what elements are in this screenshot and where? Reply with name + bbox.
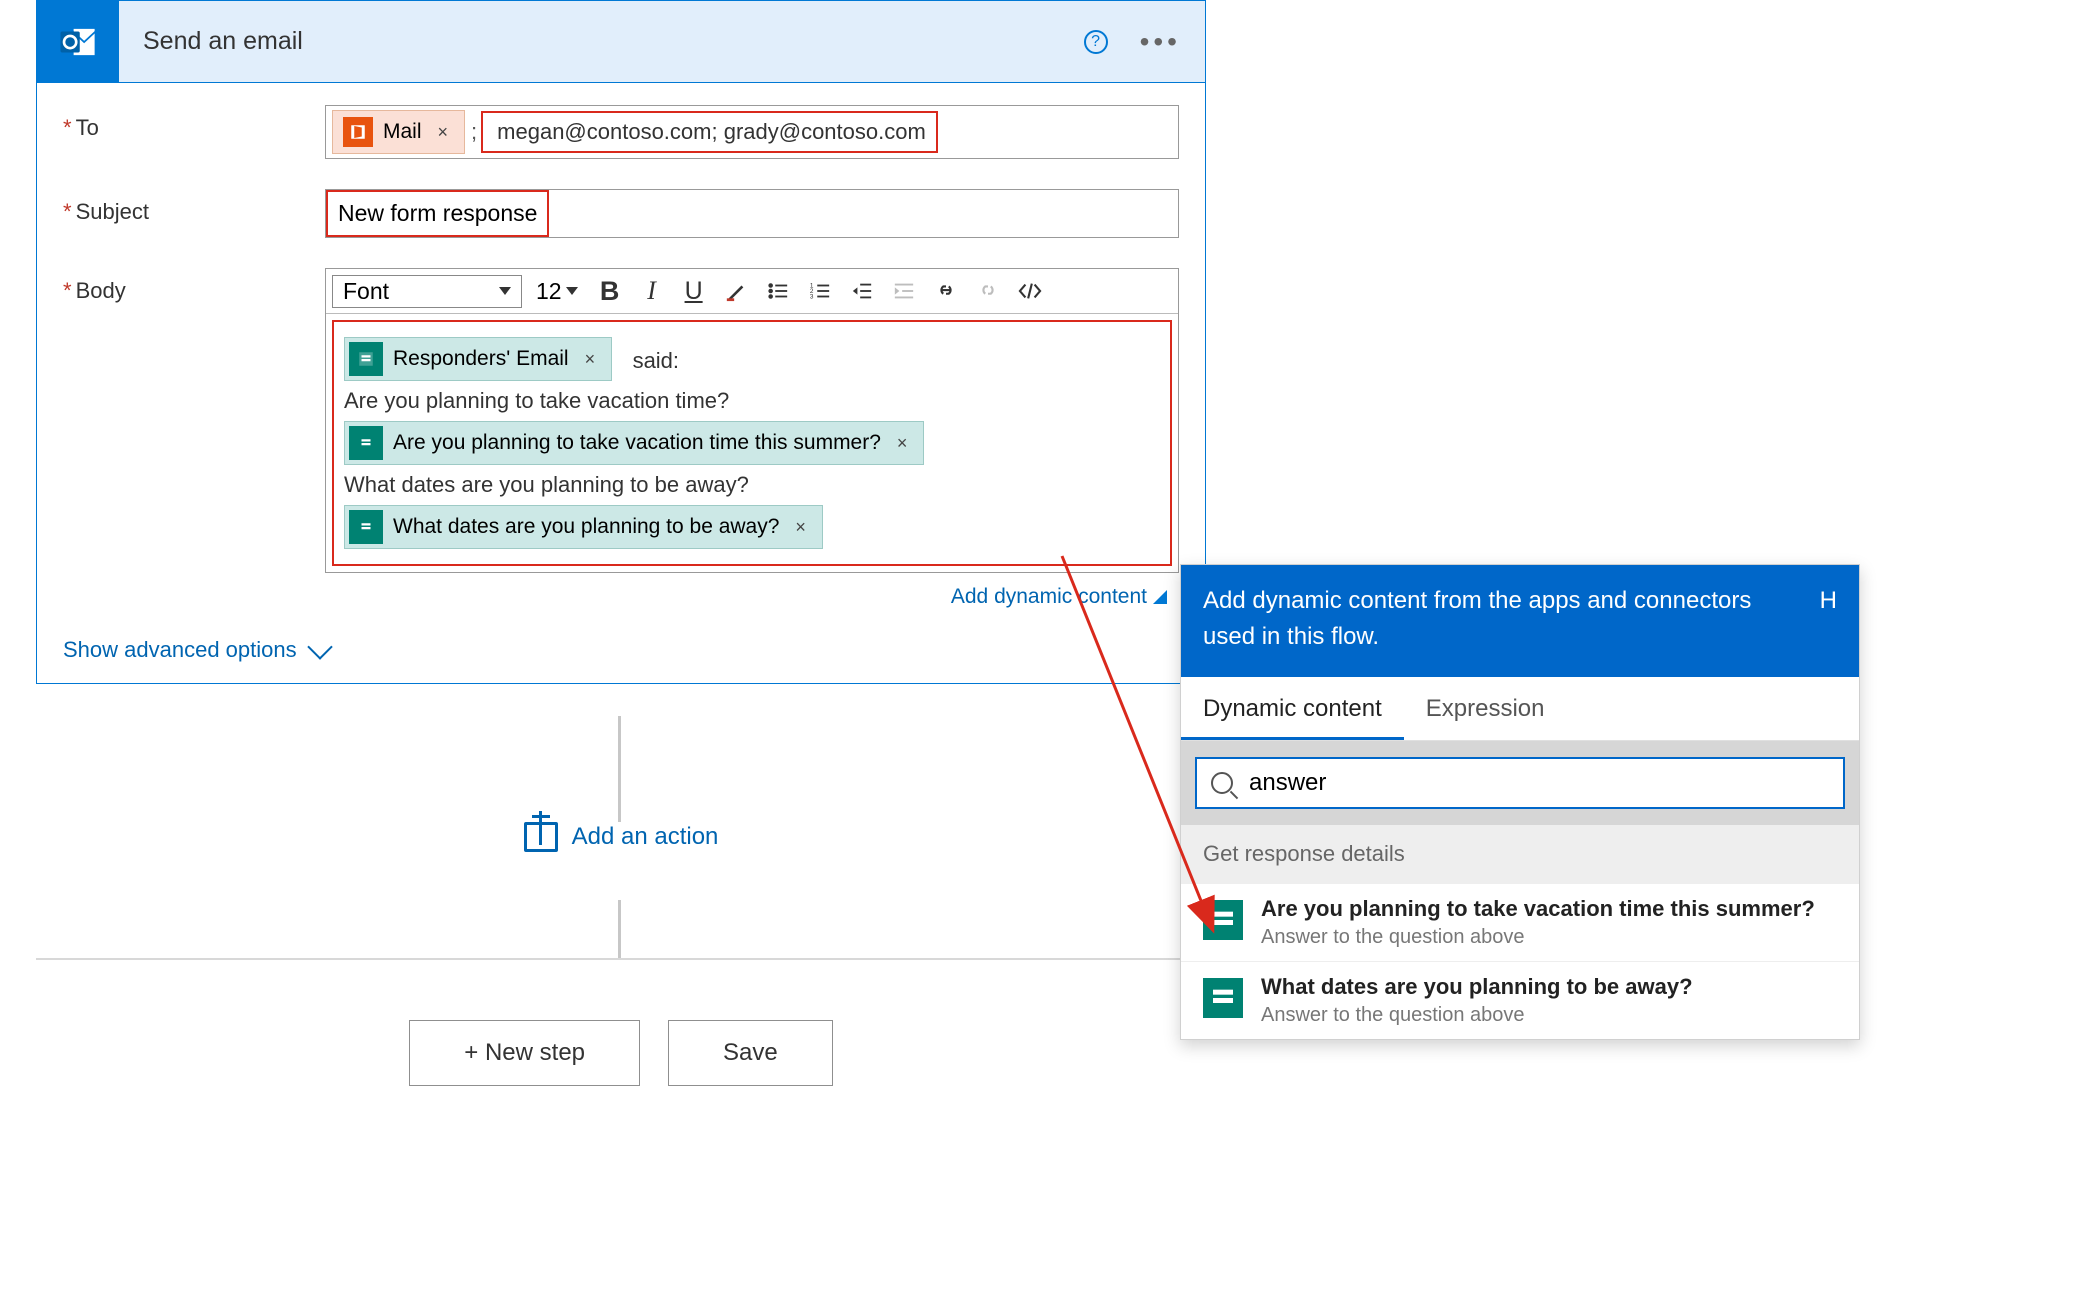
token-label: What dates are you planning to be away?	[393, 515, 779, 539]
rich-editor: Font 12 B I U	[325, 268, 1179, 573]
subject-row: *Subject New form response	[63, 189, 1179, 238]
size-label: 12	[536, 278, 562, 305]
divider	[36, 958, 1206, 960]
result-item[interactable]: What dates are you planning to be away? …	[1181, 961, 1859, 1039]
dynamic-content-panel: Add dynamic content from the apps and co…	[1180, 564, 1860, 1040]
forms-icon	[349, 342, 383, 376]
tab-expression[interactable]: Expression	[1404, 677, 1567, 740]
forms-icon	[349, 426, 383, 460]
search-field[interactable]	[1195, 757, 1845, 809]
search-icon	[1211, 772, 1233, 794]
editor-body[interactable]: Responders' Email × said: Are you planni…	[332, 320, 1172, 566]
search-wrap	[1181, 741, 1859, 825]
add-action-icon	[524, 822, 558, 852]
bullet-list-icon[interactable]	[760, 273, 796, 309]
subject-highlight[interactable]: New form response	[326, 190, 549, 237]
italic-button[interactable]: I	[634, 273, 670, 309]
connector-line	[618, 900, 621, 958]
chevron-down-icon	[307, 634, 332, 659]
remove-token-icon[interactable]: ×	[891, 433, 914, 454]
token-label: Responders' Email	[393, 347, 569, 371]
office-icon	[343, 117, 373, 147]
footer-buttons: + New step Save	[36, 1020, 1206, 1086]
font-selector[interactable]: Font	[332, 275, 522, 308]
add-action-button[interactable]: Add an action	[36, 822, 1206, 852]
svg-text:3: 3	[810, 293, 814, 300]
unlink-icon[interactable]	[970, 273, 1006, 309]
card-title: Send an email	[143, 27, 1084, 56]
forms-icon	[1203, 978, 1243, 1018]
remove-token-icon[interactable]: ×	[579, 349, 602, 370]
size-selector[interactable]: 12	[528, 278, 586, 305]
caret-down-icon	[566, 287, 578, 295]
font-label: Font	[343, 278, 389, 305]
remove-chip-icon[interactable]: ×	[432, 122, 455, 143]
hide-link[interactable]: H	[1820, 583, 1837, 655]
forms-icon	[1203, 900, 1243, 940]
dynamic-panel-header: Add dynamic content from the apps and co…	[1181, 565, 1859, 677]
dynamic-tabs: Dynamic content Expression	[1181, 677, 1859, 741]
card-header[interactable]: Send an email ? •••	[37, 1, 1205, 83]
color-picker-icon[interactable]	[718, 273, 754, 309]
underline-button[interactable]: U	[676, 273, 712, 309]
mail-chip[interactable]: Mail ×	[332, 110, 465, 154]
show-advanced-options[interactable]: Show advanced options	[37, 629, 1205, 683]
section-get-response-details: Get response details	[1181, 825, 1859, 883]
link-icon[interactable]	[928, 273, 964, 309]
to-label: *To	[63, 105, 325, 141]
outdent-icon[interactable]	[844, 273, 880, 309]
indent-icon[interactable]	[886, 273, 922, 309]
body-label: *Body	[63, 268, 325, 304]
tab-dynamic-content[interactable]: Dynamic content	[1181, 677, 1404, 740]
flyout-icon	[1153, 590, 1167, 604]
save-button[interactable]: Save	[668, 1020, 833, 1086]
search-input[interactable]	[1249, 769, 1829, 797]
result-subtitle: Answer to the question above	[1261, 1004, 1693, 1027]
forms-icon	[349, 510, 383, 544]
q2-text: What dates are you planning to be away?	[344, 472, 1160, 498]
card-body: *To Mail × ; megan@contoso.com; grady@co…	[37, 83, 1205, 629]
q2-token[interactable]: What dates are you planning to be away? …	[344, 505, 823, 549]
help-icon[interactable]: ?	[1084, 30, 1108, 54]
mail-chip-label: Mail	[383, 120, 422, 144]
new-step-button[interactable]: + New step	[409, 1020, 640, 1086]
token-label: Are you planning to take vacation time t…	[393, 431, 881, 455]
remove-token-icon[interactable]: ×	[789, 517, 812, 538]
editor-toolbar: Font 12 B I U	[326, 269, 1178, 314]
q1-token[interactable]: Are you planning to take vacation time t…	[344, 421, 924, 465]
subject-label: *Subject	[63, 189, 325, 225]
result-item[interactable]: Are you planning to take vacation time t…	[1181, 883, 1859, 961]
add-dynamic-content-link[interactable]: Add dynamic content	[63, 579, 1179, 619]
code-view-icon[interactable]	[1012, 273, 1048, 309]
to-emails-highlight[interactable]: megan@contoso.com; grady@contoso.com	[481, 111, 938, 153]
responders-email-token[interactable]: Responders' Email ×	[344, 337, 612, 381]
result-title: What dates are you planning to be away?	[1261, 974, 1693, 1000]
subject-field-rest[interactable]	[549, 190, 1178, 237]
subject-text: New form response	[338, 200, 537, 226]
more-icon[interactable]: •••	[1140, 26, 1181, 58]
number-list-icon[interactable]: 123	[802, 273, 838, 309]
to-emails-text: megan@contoso.com; grady@contoso.com	[493, 119, 926, 144]
result-title: Are you planning to take vacation time t…	[1261, 896, 1815, 922]
connector-line	[618, 716, 621, 822]
outlook-icon	[37, 1, 119, 83]
bold-button[interactable]: B	[592, 273, 628, 309]
send-email-card: Send an email ? ••• *To Mail × ; megan@c…	[36, 0, 1206, 684]
said-text: said:	[633, 348, 679, 373]
caret-down-icon	[499, 287, 511, 295]
result-subtitle: Answer to the question above	[1261, 926, 1815, 949]
q1-text: Are you planning to take vacation time?	[344, 388, 1160, 414]
to-row: *To Mail × ; megan@contoso.com; grady@co…	[63, 105, 1179, 159]
body-row: *Body Font 12 B I U	[63, 268, 1179, 573]
